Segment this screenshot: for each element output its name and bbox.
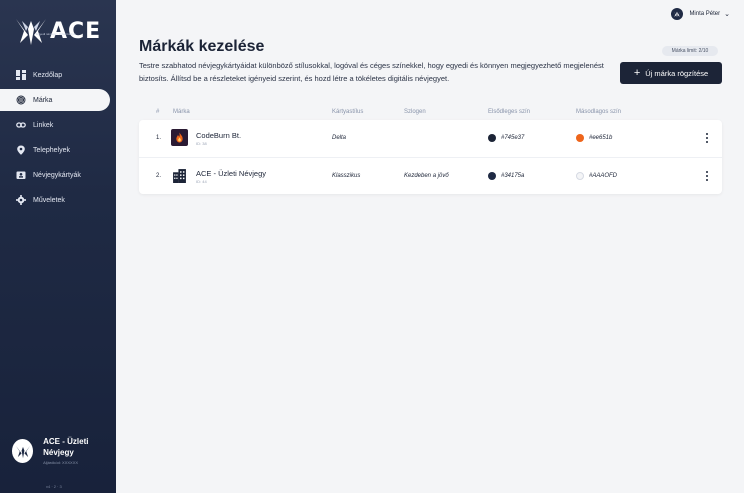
chevron-down-icon: ⌄: [724, 11, 730, 18]
primary-color: #745e37: [488, 134, 524, 142]
sidebar-item-label: Kezdőlap: [33, 71, 63, 79]
more-vert-icon[interactable]: [704, 170, 710, 182]
logo-text: ACE: [50, 18, 102, 44]
col-style[interactable]: Kártyastílus: [332, 109, 363, 115]
slogan: Kezdeben a jövő: [404, 173, 449, 179]
secondary-color: #ee651b: [576, 134, 612, 142]
user-name: Minta Péter: [689, 11, 721, 17]
org-logo-icon: [12, 439, 34, 463]
col-brand[interactable]: Márka: [173, 109, 190, 115]
color-swatch: [576, 134, 584, 142]
app-version: v4 · 2 · 3: [46, 484, 62, 489]
user-menu[interactable]: Minta Péter ⌄: [671, 8, 730, 20]
col-secondary-color[interactable]: Másodlagos szín: [576, 109, 621, 115]
color-swatch: [488, 134, 496, 142]
row-number: 2.: [156, 173, 162, 179]
contact-card-icon: [16, 170, 26, 180]
table-header: # Márka Kártyastílus Szlogen Elsődleges …: [139, 106, 722, 120]
page-title: Márkák kezelése: [139, 38, 265, 55]
secondary-color-value: #ee651b: [589, 135, 613, 141]
plus-icon: +: [633, 66, 641, 79]
more-vert-icon[interactable]: [704, 132, 710, 144]
col-slogan[interactable]: Szlogen: [404, 109, 426, 115]
sidebar-org[interactable]: ACE - Üzleti Névjegy Aljárókód: XXXXXX: [12, 436, 112, 465]
org-name: ACE - Üzleti Névjegy: [43, 437, 89, 457]
sidebar-item-label: Műveletek: [33, 196, 65, 204]
sidebar-item-label: Névjegykártyák: [33, 171, 81, 179]
sidebar-item-operations[interactable]: Műveletek: [0, 189, 116, 211]
brand-limit-badge: Márka limit: 2/10: [662, 46, 718, 56]
card-style: Delta: [332, 135, 347, 141]
secondary-color-value: #AAAOFD: [589, 173, 618, 179]
flame-logo-icon: [171, 129, 188, 146]
sidebar: ACE Egyedi névjegy · Üzleti kártya Kezdő…: [0, 0, 116, 493]
sidebar-item-links[interactable]: Linkek: [0, 114, 116, 136]
row-number: 1.: [156, 135, 162, 141]
secondary-color: #AAAOFD: [576, 172, 617, 180]
sidebar-item-home[interactable]: Kezdőlap: [0, 64, 116, 86]
brand-name[interactable]: ACE - Üzleti Névjegy: [196, 169, 266, 178]
dashboard-icon: [16, 70, 26, 80]
user-avatar: [671, 8, 684, 20]
brand-name[interactable]: CodeBurn Bt.: [196, 131, 241, 140]
sidebar-item-label: Telephelyek: [33, 146, 70, 154]
fingerprint-icon: [16, 95, 26, 105]
color-swatch: [488, 172, 496, 180]
col-primary-color[interactable]: Elsődleges szín: [488, 109, 530, 115]
col-num: #: [156, 109, 160, 115]
add-brand-label: Új márka rögzítése: [645, 68, 709, 78]
sidebar-item-label: Linkek: [33, 121, 54, 129]
building-logo-icon: [171, 167, 188, 184]
table-row[interactable]: 2. ACE - Üzleti Névjegy ID: 44 Klassziku…: [139, 157, 722, 194]
table-row[interactable]: 1. CodeBurn Bt. ID: 38 Delta #745e37 #ee…: [139, 120, 722, 157]
brands-table: 1. CodeBurn Bt. ID: 38 Delta #745e37 #ee…: [139, 120, 722, 194]
primary-color-value: #34175a: [501, 173, 525, 179]
org-subtitle: Aljárókód: XXXXXX: [43, 460, 79, 465]
card-style: Klasszikus: [332, 173, 361, 179]
sidebar-nav: Kezdőlap Márka Linkek Telephelyek Névjeg…: [0, 64, 116, 214]
sidebar-item-cards[interactable]: Névjegykártyák: [0, 164, 116, 186]
sidebar-item-brand[interactable]: Márka: [0, 89, 110, 111]
sidebar-item-label: Márka: [33, 96, 53, 104]
primary-color: #34175a: [488, 172, 524, 180]
ace-wing-icon: [16, 19, 46, 45]
page-description: Testre szabhatod névjegykártyáidat külön…: [139, 61, 604, 83]
link-icon: [16, 120, 26, 130]
sidebar-item-locations[interactable]: Telephelyek: [0, 139, 116, 161]
add-brand-button[interactable]: + Új márka rögzítése: [620, 62, 722, 84]
ace-logo[interactable]: ACE: [14, 14, 104, 48]
location-pin-icon: [16, 145, 26, 155]
brand-id: ID: 44: [196, 179, 207, 184]
color-swatch: [576, 172, 584, 180]
gear-icon: [16, 195, 26, 205]
brand-id: ID: 38: [196, 141, 207, 146]
logo-tagline: Egyedi névjegy · Üzleti kártya: [36, 32, 76, 36]
primary-color-value: #745e37: [501, 135, 525, 141]
